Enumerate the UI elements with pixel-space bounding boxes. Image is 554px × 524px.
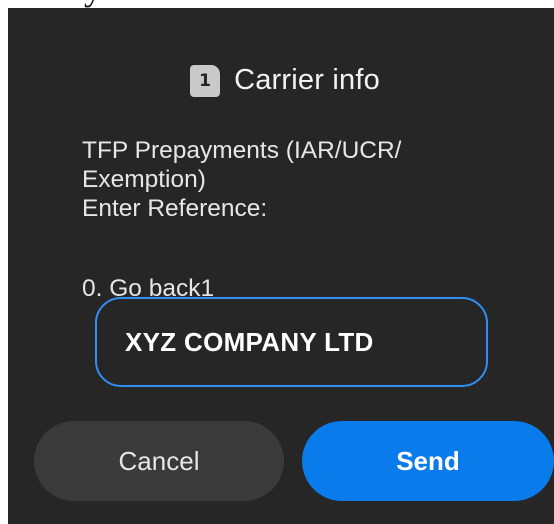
message-line: Enter Reference: xyxy=(82,195,268,222)
reference-input-box[interactable]: XYZ COMPANY LTD xyxy=(95,297,488,387)
cancel-button[interactable]: Cancel xyxy=(34,421,284,501)
message-line: Exemption) xyxy=(82,166,206,193)
background-text-fragment: y xyxy=(84,0,102,6)
ussd-dialog: 1 Carrier info TFP Prepayments (IAR/UCR/… xyxy=(8,8,554,524)
message-line: TFP Prepayments (IAR/UCR/ xyxy=(82,137,402,164)
sim-card-icon: 1 xyxy=(190,64,221,97)
dialog-message: TFP Prepayments (IAR/UCR/ Exemption) Ent… xyxy=(82,136,502,223)
dialog-header: 1 Carrier info xyxy=(8,64,554,97)
send-button[interactable]: Send xyxy=(302,421,554,501)
reference-input[interactable]: XYZ COMPANY LTD xyxy=(125,327,486,358)
dialog-title: Carrier info xyxy=(234,64,380,96)
